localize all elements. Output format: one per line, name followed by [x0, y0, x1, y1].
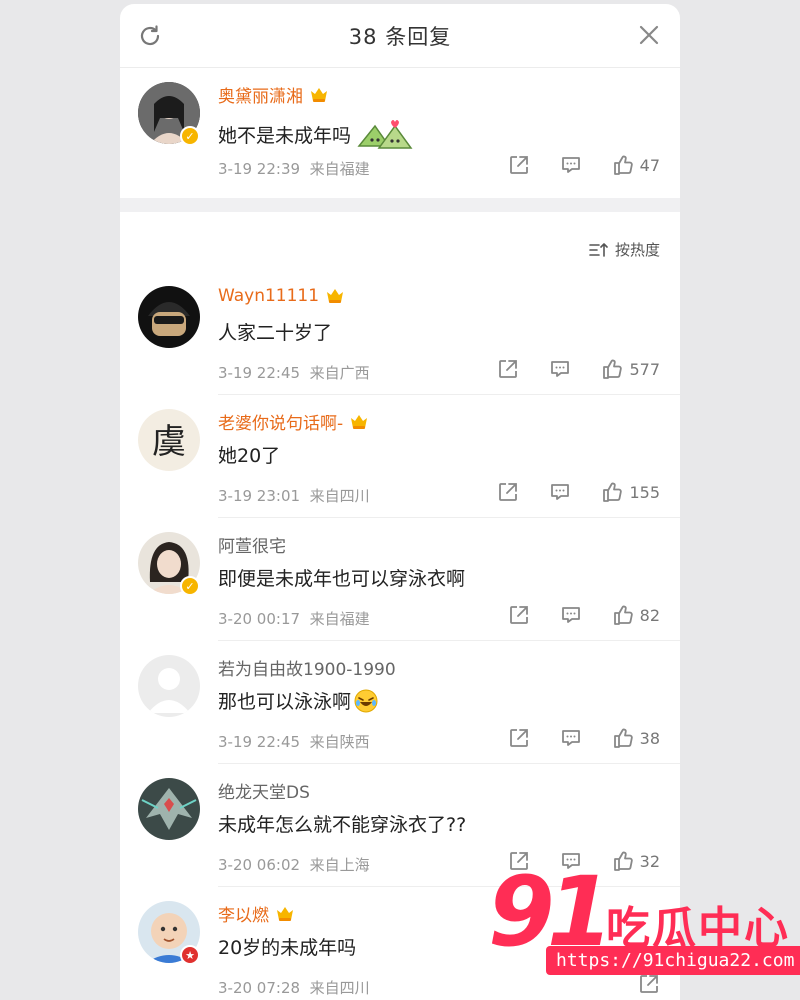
- comment-actions: 47: [508, 154, 660, 176]
- like-count: 577: [629, 359, 660, 379]
- comment-icon: [551, 361, 570, 377]
- share-icon: [499, 360, 518, 378]
- comment-meta: 3-19 22:45 来自广西: [218, 364, 370, 382]
- comment-icon: [551, 484, 570, 500]
- like-count: 47: [639, 155, 660, 175]
- commenter-name[interactable]: 阿萱很宅: [218, 532, 286, 557]
- thumbs-up-icon: [603, 359, 623, 379]
- comment-text: 即便是未成年也可以穿泳衣啊: [218, 568, 466, 590]
- share-button[interactable]: [497, 481, 519, 503]
- reply-button[interactable]: [549, 358, 571, 380]
- list-item: ✓ 阿萱很宅 即便是未成年也可以穿泳衣啊 3-20 00:17 来自福建 82: [120, 518, 680, 641]
- comment-actions: 38: [508, 727, 660, 749]
- avatar[interactable]: [138, 286, 200, 348]
- list-item: Wayn11111 人家二十岁了 3-19 22:45 来自广西 577: [120, 272, 680, 395]
- comment-text: 那也可以泳泳啊: [218, 687, 378, 714]
- main-comment: ✓ 奥黛丽潇湘 她不是未成年吗 3-19 22:39 来自福建 47: [120, 68, 680, 198]
- avatar[interactable]: 虞: [138, 409, 200, 471]
- vip-crown-icon: [351, 414, 368, 429]
- like-count: 38: [639, 728, 660, 748]
- sort-by-hot-button[interactable]: 按热度: [589, 239, 660, 260]
- reply-button[interactable]: [560, 727, 582, 749]
- comment-icon: [561, 607, 580, 623]
- sort-icon: [589, 242, 608, 257]
- sort-row: 按热度: [120, 212, 680, 272]
- commenter-name[interactable]: Wayn11111: [218, 286, 345, 306]
- vip-crown-icon: [277, 906, 293, 921]
- sheet-header: 38 条回复: [120, 4, 680, 68]
- page-title: 38 条回复: [348, 24, 452, 49]
- section-divider: [120, 198, 680, 212]
- share-button[interactable]: [508, 727, 530, 749]
- comment-text: 人家二十岁了: [218, 322, 333, 344]
- star-badge-icon: ★: [180, 945, 200, 965]
- comment-actions: 155: [497, 481, 660, 503]
- thumbs-up-icon: [613, 728, 633, 748]
- like-count: 155: [629, 482, 660, 502]
- commenter-name[interactable]: 绝龙天堂DS: [218, 778, 310, 803]
- vip-crown-icon: [327, 289, 344, 303]
- comment-text: 她20了: [218, 445, 281, 467]
- zongzi-sticker-icon: [357, 120, 413, 149]
- comment-meta: 3-19 22:39 来自福建: [218, 160, 370, 178]
- like-button[interactable]: 38: [612, 727, 660, 749]
- reply-button[interactable]: [560, 154, 582, 176]
- thumbs-up-icon: [613, 605, 633, 625]
- thumbs-up-icon: [613, 155, 633, 175]
- share-button[interactable]: [508, 154, 530, 176]
- like-button[interactable]: 82: [612, 604, 660, 626]
- commenter-name[interactable]: 李以燃: [218, 901, 295, 926]
- svg-text:虞: 虞: [152, 422, 186, 462]
- comment-meta: 3-19 22:45 来自陕西: [218, 733, 370, 751]
- comment-text: 20岁的未成年吗: [218, 937, 357, 959]
- share-button[interactable]: [508, 604, 530, 626]
- comment-meta: 3-20 07:28 来自四川: [218, 979, 370, 997]
- comment-meta: 3-19 23:01 来自四川: [218, 487, 370, 505]
- like-button[interactable]: 577: [601, 358, 660, 380]
- verified-icon: ✓: [180, 576, 200, 596]
- share-icon: [509, 606, 528, 624]
- comment-meta: 3-20 00:17 来自福建: [218, 610, 370, 628]
- reply-button[interactable]: [560, 604, 582, 626]
- watermark-url: https://91chigua22.com: [546, 946, 800, 975]
- commenter-name[interactable]: 奥黛丽潇湘: [218, 82, 329, 107]
- comment-text: 未成年怎么就不能穿泳衣了??: [218, 814, 467, 836]
- refresh-icon[interactable]: [138, 24, 162, 48]
- commenter-name[interactable]: 若为自由故1900-1990: [218, 655, 396, 680]
- comment-actions: 82: [508, 604, 660, 626]
- list-item: 虞 老婆你说句话啊- 她20了 3-19 23:01 来自四川 155: [120, 395, 680, 518]
- reply-button[interactable]: [549, 481, 571, 503]
- watermark: 91 吃瓜中心 https://91chigua22.com: [488, 862, 800, 1000]
- share-icon: [499, 483, 518, 501]
- like-button[interactable]: 155: [601, 481, 660, 503]
- share-button[interactable]: [497, 358, 519, 380]
- comment-icon: [561, 730, 580, 746]
- like-button[interactable]: 47: [612, 154, 660, 176]
- comment-actions: 577: [497, 358, 660, 380]
- replies-sheet: 38 条回复 ✓ 奥黛丽潇湘 她不是未成年吗 3-19 22:39 来自福建 4…: [120, 4, 680, 1000]
- verified-icon: ✓: [180, 126, 200, 146]
- close-icon[interactable]: [638, 24, 660, 46]
- comment-meta: 3-20 06:02 来自上海: [218, 856, 370, 874]
- avatar[interactable]: [138, 778, 200, 840]
- list-item: 若为自由故1900-1990 那也可以泳泳啊 3-19 22:45 来自陕西 3…: [120, 641, 680, 764]
- comment-icon: [561, 157, 580, 173]
- like-count: 82: [639, 605, 660, 625]
- share-icon: [509, 729, 528, 747]
- laugh-cry-emoji-icon: [354, 689, 378, 712]
- commenter-name[interactable]: 老婆你说句话啊-: [218, 409, 369, 434]
- share-icon: [509, 156, 528, 174]
- vip-crown-icon: [311, 87, 327, 102]
- comment-text: 她不是未成年吗: [218, 114, 415, 154]
- thumbs-up-icon: [603, 482, 623, 502]
- avatar[interactable]: [138, 655, 200, 717]
